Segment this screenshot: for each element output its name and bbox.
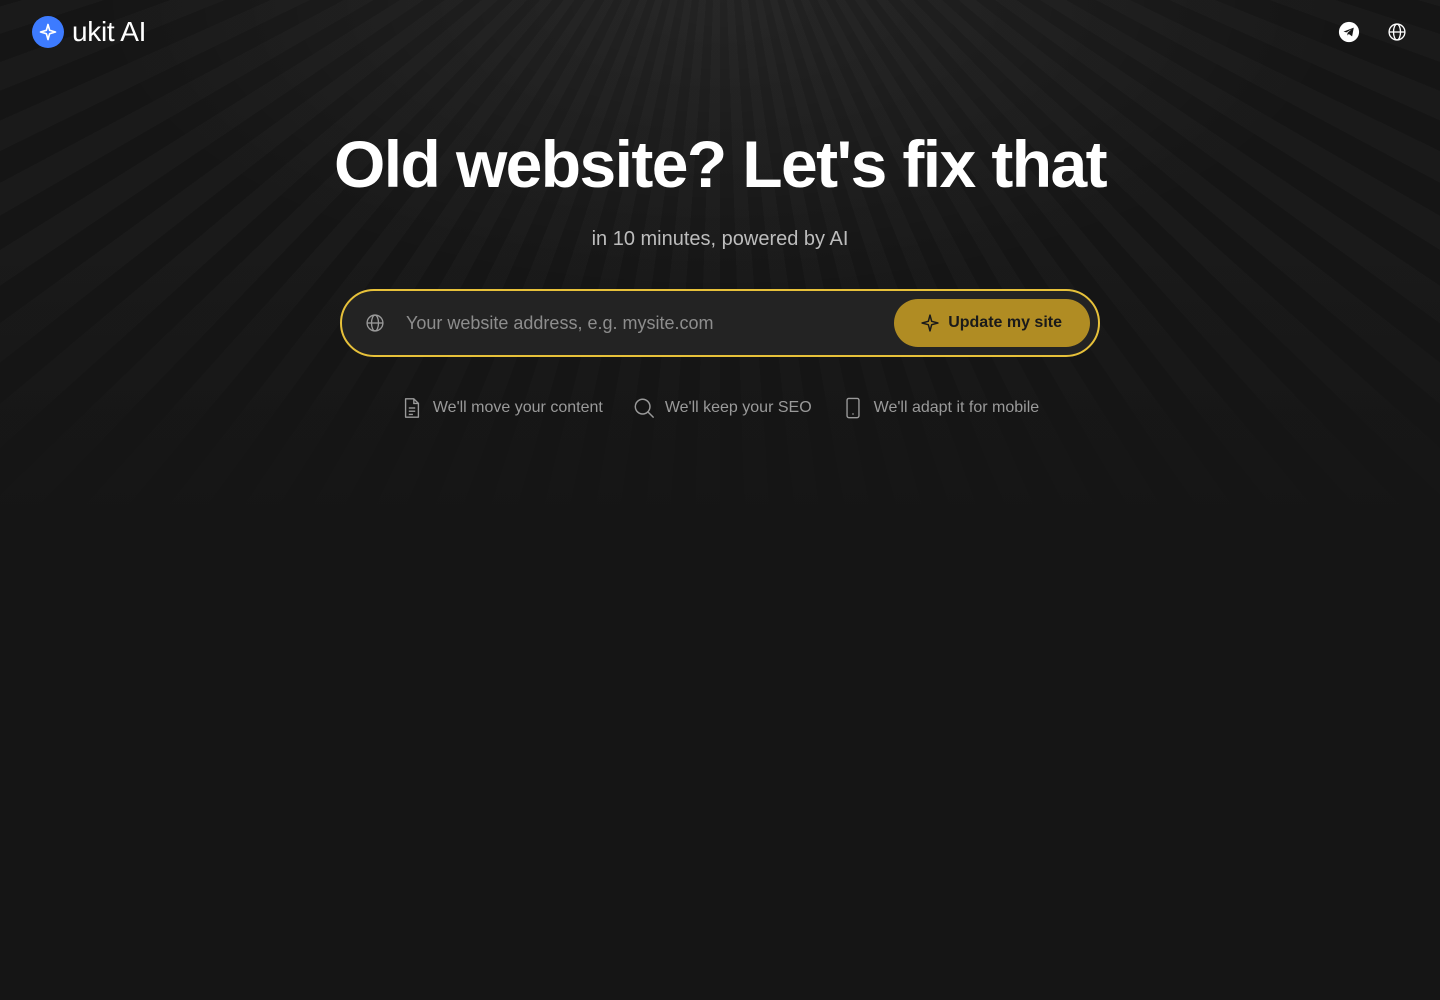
website-search-form: Update my site — [340, 289, 1100, 357]
update-my-site-button[interactable]: Update my site — [894, 299, 1090, 347]
feature-label: We'll keep your SEO — [664, 399, 812, 416]
logo-link[interactable]: ukit AI — [32, 16, 146, 48]
sparkle-icon — [32, 16, 64, 48]
feature-label: We'll move your content — [432, 399, 603, 416]
sparkle-icon — [920, 313, 940, 333]
page: ukit AI Old website? Let's fix that in 1… — [0, 0, 1440, 1000]
feature-item-content: We'll move your content — [401, 397, 603, 419]
header: ukit AI — [0, 0, 1440, 64]
feature-item-seo: We'll keep your SEO — [633, 397, 812, 419]
feature-item-mobile: We'll adapt it for mobile — [842, 397, 1040, 419]
feature-list: We'll move your content We'll keep your … — [0, 397, 1440, 419]
hero-title: Old website? Let's fix that — [334, 127, 1108, 201]
telegram-icon[interactable] — [1338, 21, 1360, 43]
header-actions — [1338, 21, 1408, 43]
globe-icon[interactable] — [1386, 21, 1408, 43]
mobile-icon — [842, 397, 864, 419]
website-address-input[interactable] — [406, 291, 895, 355]
update-my-site-label: Update my site — [948, 314, 1062, 331]
hero-subtitle: in 10 minutes, powered by AI — [591, 228, 849, 250]
globe-icon — [364, 312, 386, 334]
feature-label: We'll adapt it for mobile — [873, 399, 1040, 416]
search-icon — [633, 397, 655, 419]
document-icon — [401, 397, 423, 419]
logo-text: ukit AI — [72, 16, 147, 47]
